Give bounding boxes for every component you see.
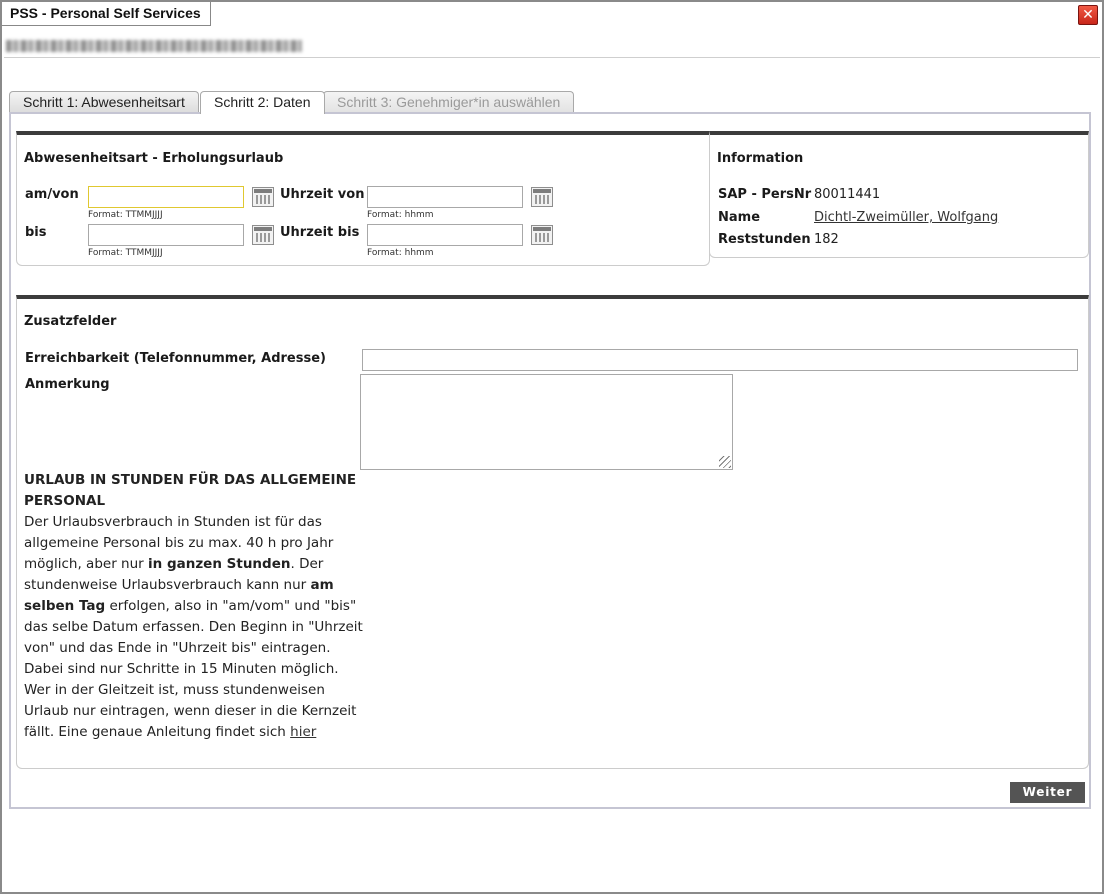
- information-card-title: Information: [717, 151, 804, 166]
- from-date-hint: Format: TTMMJJJJ: [88, 210, 163, 220]
- to-date-hint: Format: TTMMJJJJ: [88, 248, 163, 258]
- info-text-3: erfolgen, also in "am/vom" und "bis" das…: [24, 598, 363, 740]
- time-to-label: Uhrzeit bis: [280, 225, 360, 240]
- information-card: Information SAP - PersNr 80011441 Name D…: [709, 131, 1089, 258]
- header-divider: [4, 57, 1100, 58]
- time-from-input[interactable]: [367, 186, 523, 208]
- reststunden-value: 182: [814, 232, 839, 247]
- info-heading: URLAUB IN STUNDEN FÜR DAS ALLGEMEINE PER…: [24, 472, 357, 509]
- instructions-link[interactable]: hier: [290, 724, 316, 740]
- absence-card: Abwesenheitsart - Erholungsurlaub am/von…: [16, 131, 710, 266]
- time-from-hint: Format: hhmm: [367, 210, 434, 220]
- window-title: PSS - Personal Self Services: [2, 2, 211, 26]
- name-label: Name: [718, 210, 761, 225]
- name-link[interactable]: Dichtl-Zweimüller, Wolfgang: [814, 210, 998, 225]
- tab-daten[interactable]: Schritt 2: Daten: [200, 91, 325, 114]
- to-date-input[interactable]: [88, 224, 244, 246]
- remark-label: Anmerkung: [25, 377, 110, 392]
- absence-card-title: Abwesenheitsart - Erholungsurlaub: [24, 151, 284, 166]
- reststunden-label: Reststunden: [718, 232, 811, 247]
- persnr-label: SAP - PersNr: [718, 187, 812, 202]
- to-date-label: bis: [25, 225, 47, 240]
- from-date-input[interactable]: [88, 186, 244, 208]
- remark-textarea[interactable]: [360, 374, 733, 470]
- info-bold-1: in ganzen Stunden: [148, 556, 291, 572]
- time-from-label: Uhrzeit von: [280, 187, 365, 202]
- time-from-picker-icon[interactable]: [531, 187, 553, 207]
- time-to-hint: Format: hhmm: [367, 248, 434, 258]
- tab-genehmiger: Schritt 3: Genehmiger*in auswählen: [323, 91, 575, 113]
- resize-grip-icon[interactable]: [719, 456, 731, 468]
- time-to-picker-icon[interactable]: [531, 225, 553, 245]
- additional-fields-title: Zusatzfelder: [24, 314, 117, 329]
- close-icon[interactable]: ✕: [1078, 5, 1098, 25]
- reachability-input[interactable]: [362, 349, 1078, 371]
- from-date-calendar-icon[interactable]: [252, 187, 274, 207]
- time-to-input[interactable]: [367, 224, 523, 246]
- user-info-redacted: [6, 40, 302, 52]
- from-date-label: am/von: [25, 187, 79, 202]
- reachability-label: Erreichbarkeit (Telefonnummer, Adresse): [25, 351, 326, 366]
- next-button[interactable]: Weiter: [1010, 782, 1085, 803]
- persnr-value: 80011441: [814, 187, 881, 202]
- to-date-calendar-icon[interactable]: [252, 225, 274, 245]
- tab-abwesenheitsart[interactable]: Schritt 1: Abwesenheitsart: [9, 91, 199, 113]
- hourly-leave-info: URLAUB IN STUNDEN FÜR DAS ALLGEMEINE PER…: [24, 470, 364, 743]
